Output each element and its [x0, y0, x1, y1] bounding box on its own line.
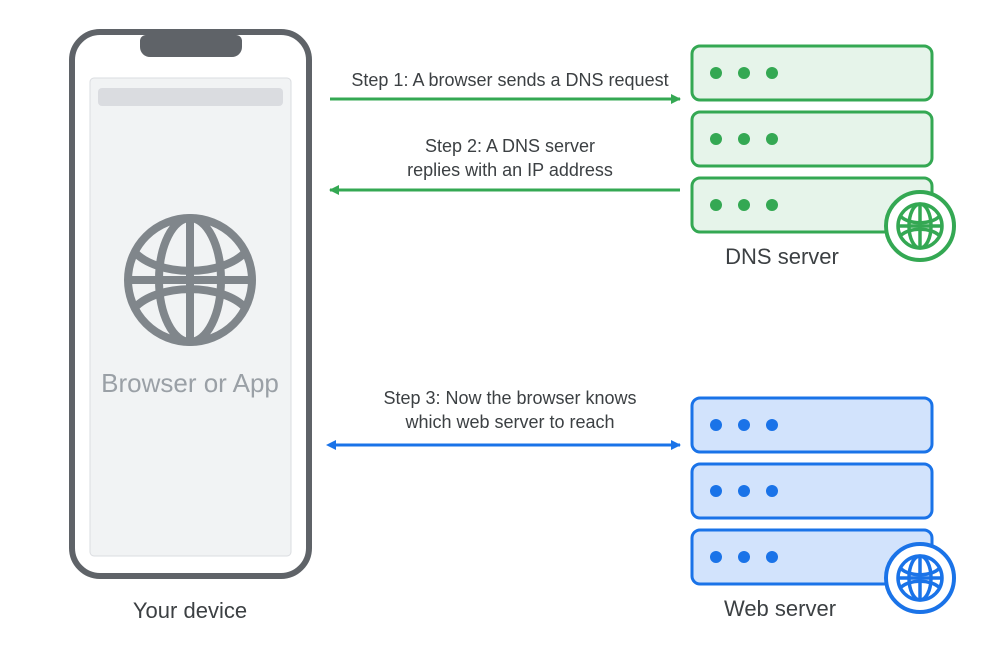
step-3-line2: which web server to reach [405, 412, 614, 432]
diagram-canvas [0, 0, 1000, 660]
step-2-line1: Step 2: A DNS server [425, 136, 595, 156]
step-2-text: Step 2: A DNS server replies with an IP … [360, 134, 660, 183]
step-2-line2: replies with an IP address [407, 160, 613, 180]
device-label: Your device [110, 598, 270, 624]
step-3-line1: Step 3: Now the browser knows [383, 388, 636, 408]
web-server-label: Web server [700, 596, 860, 622]
globe-icon [898, 204, 942, 248]
dns-server-label: DNS server [692, 244, 872, 270]
step-1-text: Step 1: A browser sends a DNS request [340, 68, 680, 92]
globe-icon [128, 218, 252, 342]
browser-app-text: Browser or App [70, 368, 310, 399]
step-3-text: Step 3: Now the browser knows which web … [360, 386, 660, 435]
globe-icon [898, 556, 942, 600]
